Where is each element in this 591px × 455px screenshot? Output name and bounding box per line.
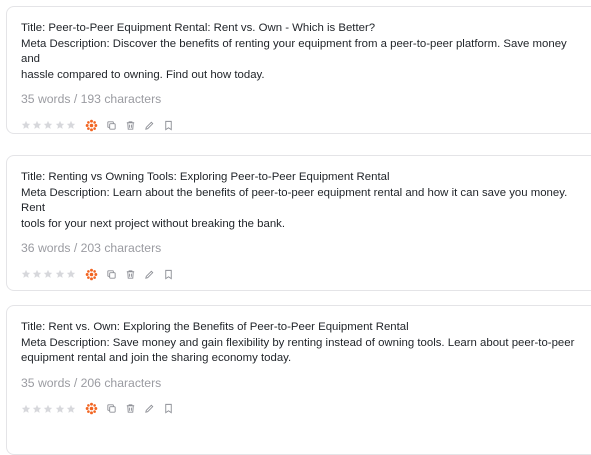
- orange-sparkle-icon[interactable]: [85, 268, 98, 281]
- result-card-2: Title: Renting vs Owning Tools: Explorin…: [6, 155, 591, 291]
- result-title: Title: Renting vs Owning Tools: Explorin…: [21, 171, 390, 183]
- star-icon[interactable]: [55, 404, 65, 414]
- meta-description-line-2: equipment rental and join the sharing ec…: [21, 352, 292, 364]
- star-icon[interactable]: [21, 120, 31, 130]
- star-icon[interactable]: [66, 120, 76, 130]
- word-character-count: 36 words / 203 characters: [21, 241, 162, 255]
- trash-icon[interactable]: [125, 120, 136, 131]
- bookmark-icon[interactable]: [163, 269, 174, 280]
- trash-icon[interactable]: [125, 403, 136, 414]
- star-icon[interactable]: [55, 120, 65, 130]
- copy-icon[interactable]: [106, 269, 117, 280]
- pencil-icon[interactable]: [144, 269, 155, 280]
- orange-sparkle-icon[interactable]: [85, 119, 98, 132]
- bookmark-icon[interactable]: [163, 120, 174, 131]
- meta-description-line-1: Meta Description: Discover the benefits …: [21, 37, 567, 66]
- meta-description-line-1: Meta Description: Learn about the benefi…: [21, 186, 568, 215]
- pencil-icon[interactable]: [144, 120, 155, 131]
- star-icon[interactable]: [43, 269, 53, 279]
- card-actions: [21, 402, 591, 416]
- result-card-1: Title: Peer-to-Peer Equipment Rental: Re…: [6, 6, 591, 134]
- word-character-count: 35 words / 193 characters: [21, 92, 162, 106]
- bookmark-icon[interactable]: [163, 403, 174, 414]
- result-card-3: Title: Rent vs. Own: Exploring the Benef…: [6, 305, 591, 455]
- meta-description-line-2: hassle compared to owning. Find out how …: [21, 68, 265, 81]
- word-character-count: 35 words / 206 characters: [21, 375, 162, 390]
- card-actions: [21, 118, 591, 132]
- star-icon[interactable]: [32, 120, 42, 130]
- trash-icon[interactable]: [125, 269, 136, 280]
- copy-icon[interactable]: [106, 403, 117, 414]
- result-title: Title: Rent vs. Own: Exploring the Benef…: [21, 321, 409, 333]
- rating-stars[interactable]: [21, 120, 77, 130]
- rating-stars[interactable]: [21, 269, 77, 279]
- meta-description-line-2: tools for your next project without brea…: [21, 217, 286, 230]
- copy-icon[interactable]: [106, 120, 117, 131]
- star-icon[interactable]: [21, 404, 31, 414]
- rating-stars[interactable]: [21, 404, 77, 414]
- star-icon[interactable]: [43, 120, 53, 130]
- pencil-icon[interactable]: [144, 403, 155, 414]
- meta-description-line-1: Meta Description: Save money and gain fl…: [21, 336, 575, 349]
- result-title: Title: Peer-to-Peer Equipment Rental: Re…: [21, 22, 376, 34]
- star-icon[interactable]: [43, 404, 53, 414]
- orange-sparkle-icon[interactable]: [85, 402, 98, 415]
- star-icon[interactable]: [32, 404, 42, 414]
- card-actions: [21, 267, 591, 281]
- star-icon[interactable]: [66, 269, 76, 279]
- star-icon[interactable]: [66, 404, 76, 414]
- star-icon[interactable]: [32, 269, 42, 279]
- star-icon[interactable]: [55, 269, 65, 279]
- star-icon[interactable]: [21, 269, 31, 279]
